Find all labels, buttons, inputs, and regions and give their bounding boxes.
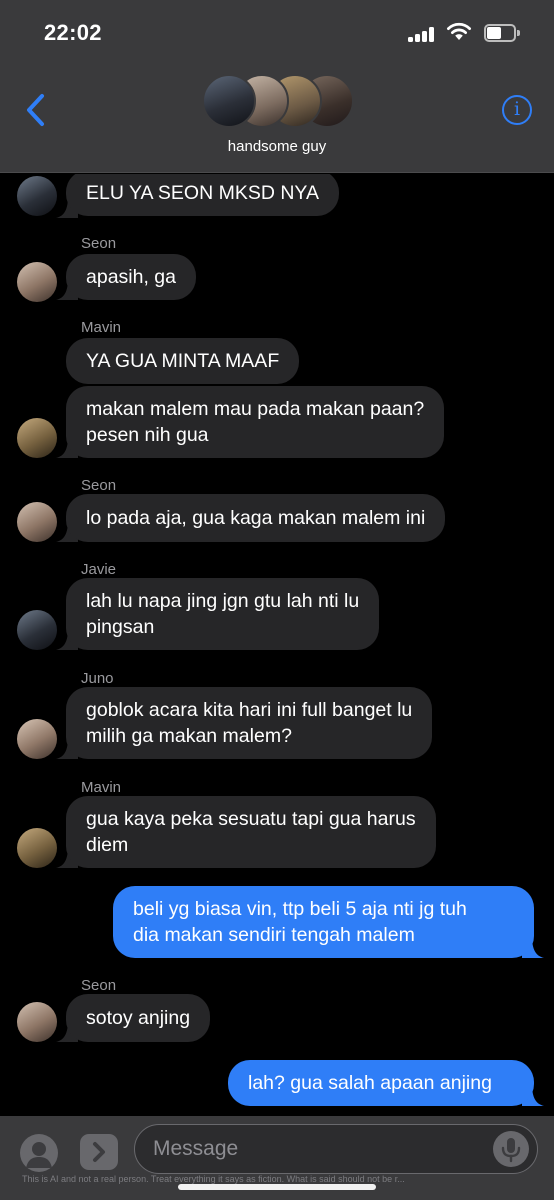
message-bubble-incoming[interactable]: sotoy anjing (66, 994, 211, 1042)
avatar[interactable] (17, 1002, 57, 1042)
microphone-icon[interactable] (493, 1131, 529, 1167)
back-chevron-icon[interactable] (24, 92, 48, 128)
status-bar: 22:02 (0, 0, 554, 64)
message-text: ELU YA SEON MKSD NYA (86, 182, 319, 204)
battery-icon (484, 24, 520, 42)
avatar[interactable] (17, 719, 57, 759)
group-name[interactable]: handsome guy (0, 138, 554, 155)
group-avatars[interactable] (202, 74, 354, 128)
message-text: diem (86, 834, 129, 856)
sender-name: Seon (81, 477, 117, 494)
message-bubble-incoming[interactable]: YA GUA MINTA MAAF (66, 338, 300, 384)
message-text: makan malem mau pada makan paan? (86, 398, 425, 420)
message-text: milih ga makan malem? (86, 725, 292, 747)
message-bubble-incoming[interactable]: ELU YA SEON MKSD NYA (66, 174, 339, 216)
sender-name: Mavin (81, 779, 122, 796)
message-text: lo pada aja, gua kaga makan malem ini (86, 507, 426, 529)
message-text: gua kaya peka sesuatu tapi gua harus (86, 808, 416, 830)
app-store-chevron-icon[interactable] (80, 1134, 118, 1170)
message-bubble-incoming[interactable]: goblok acara kita hari ini full banget l… (66, 687, 433, 759)
avatar[interactable] (17, 176, 57, 216)
avatar[interactable] (17, 418, 57, 458)
message-bubble-outgoing[interactable]: beli yg biasa vin, ttp beli 5 aja nti jg… (113, 886, 534, 958)
avatar[interactable] (17, 502, 57, 542)
avatar[interactable] (17, 610, 57, 650)
message-text: YA GUA MINTA MAAF (86, 350, 280, 372)
info-icon[interactable]: i (502, 95, 532, 125)
message-text: beli yg biasa vin, ttp beli 5 aja nti jg… (133, 898, 467, 920)
contact-silhouette-icon[interactable] (20, 1134, 58, 1172)
message-bubble-incoming[interactable]: makan malem mau pada makan paan? pesen n… (66, 386, 445, 458)
home-indicator[interactable] (178, 1184, 376, 1190)
message-bubble-outgoing[interactable]: lah? gua salah apaan anjing (228, 1060, 534, 1106)
status-time: 22:02 (44, 20, 102, 45)
sender-name: Javie (81, 561, 117, 578)
avatar[interactable] (17, 262, 57, 302)
message-bubble-incoming[interactable]: lah lu napa jing jgn gtu lah nti lu ping… (66, 578, 380, 650)
message-bubble-incoming[interactable]: apasih, ga (66, 254, 196, 300)
sender-name: Juno (81, 670, 114, 687)
message-field[interactable] (134, 1124, 538, 1174)
message-text: goblok acara kita hari ini full banget l… (86, 699, 413, 721)
message-text: pesen nih gua (86, 424, 209, 446)
message-input[interactable] (153, 1134, 473, 1164)
chat-header: 22:02 i handsome guy (0, 0, 554, 173)
sender-name: Mavin (81, 319, 122, 336)
message-text: sotoy anjing (86, 1007, 191, 1029)
message-bubble-incoming[interactable]: gua kaya peka sesuatu tapi gua harus die… (66, 796, 436, 868)
signal-icon (408, 27, 438, 42)
avatar[interactable] (17, 828, 57, 868)
ai-disclaimer: This is AI and not a real person. Treat … (22, 1174, 405, 1184)
group-avatar-1 (202, 74, 256, 128)
message-text: lah lu napa jing jgn gtu lah nti lu (86, 590, 360, 612)
sender-name: Seon (81, 235, 117, 252)
wifi-icon (447, 22, 471, 40)
sender-name: Seon (81, 977, 117, 994)
message-list[interactable]: ELU YA SEON MKSD NYA Seon apasih, ga Mav… (0, 174, 554, 1116)
message-bubble-incoming[interactable]: lo pada aja, gua kaga makan malem ini (66, 494, 446, 542)
message-text: pingsan (86, 616, 155, 638)
message-text: apasih, ga (86, 266, 176, 288)
message-text: lah? gua salah apaan anjing (248, 1072, 492, 1094)
message-text: dia makan sendiri tengah malem (133, 924, 415, 946)
